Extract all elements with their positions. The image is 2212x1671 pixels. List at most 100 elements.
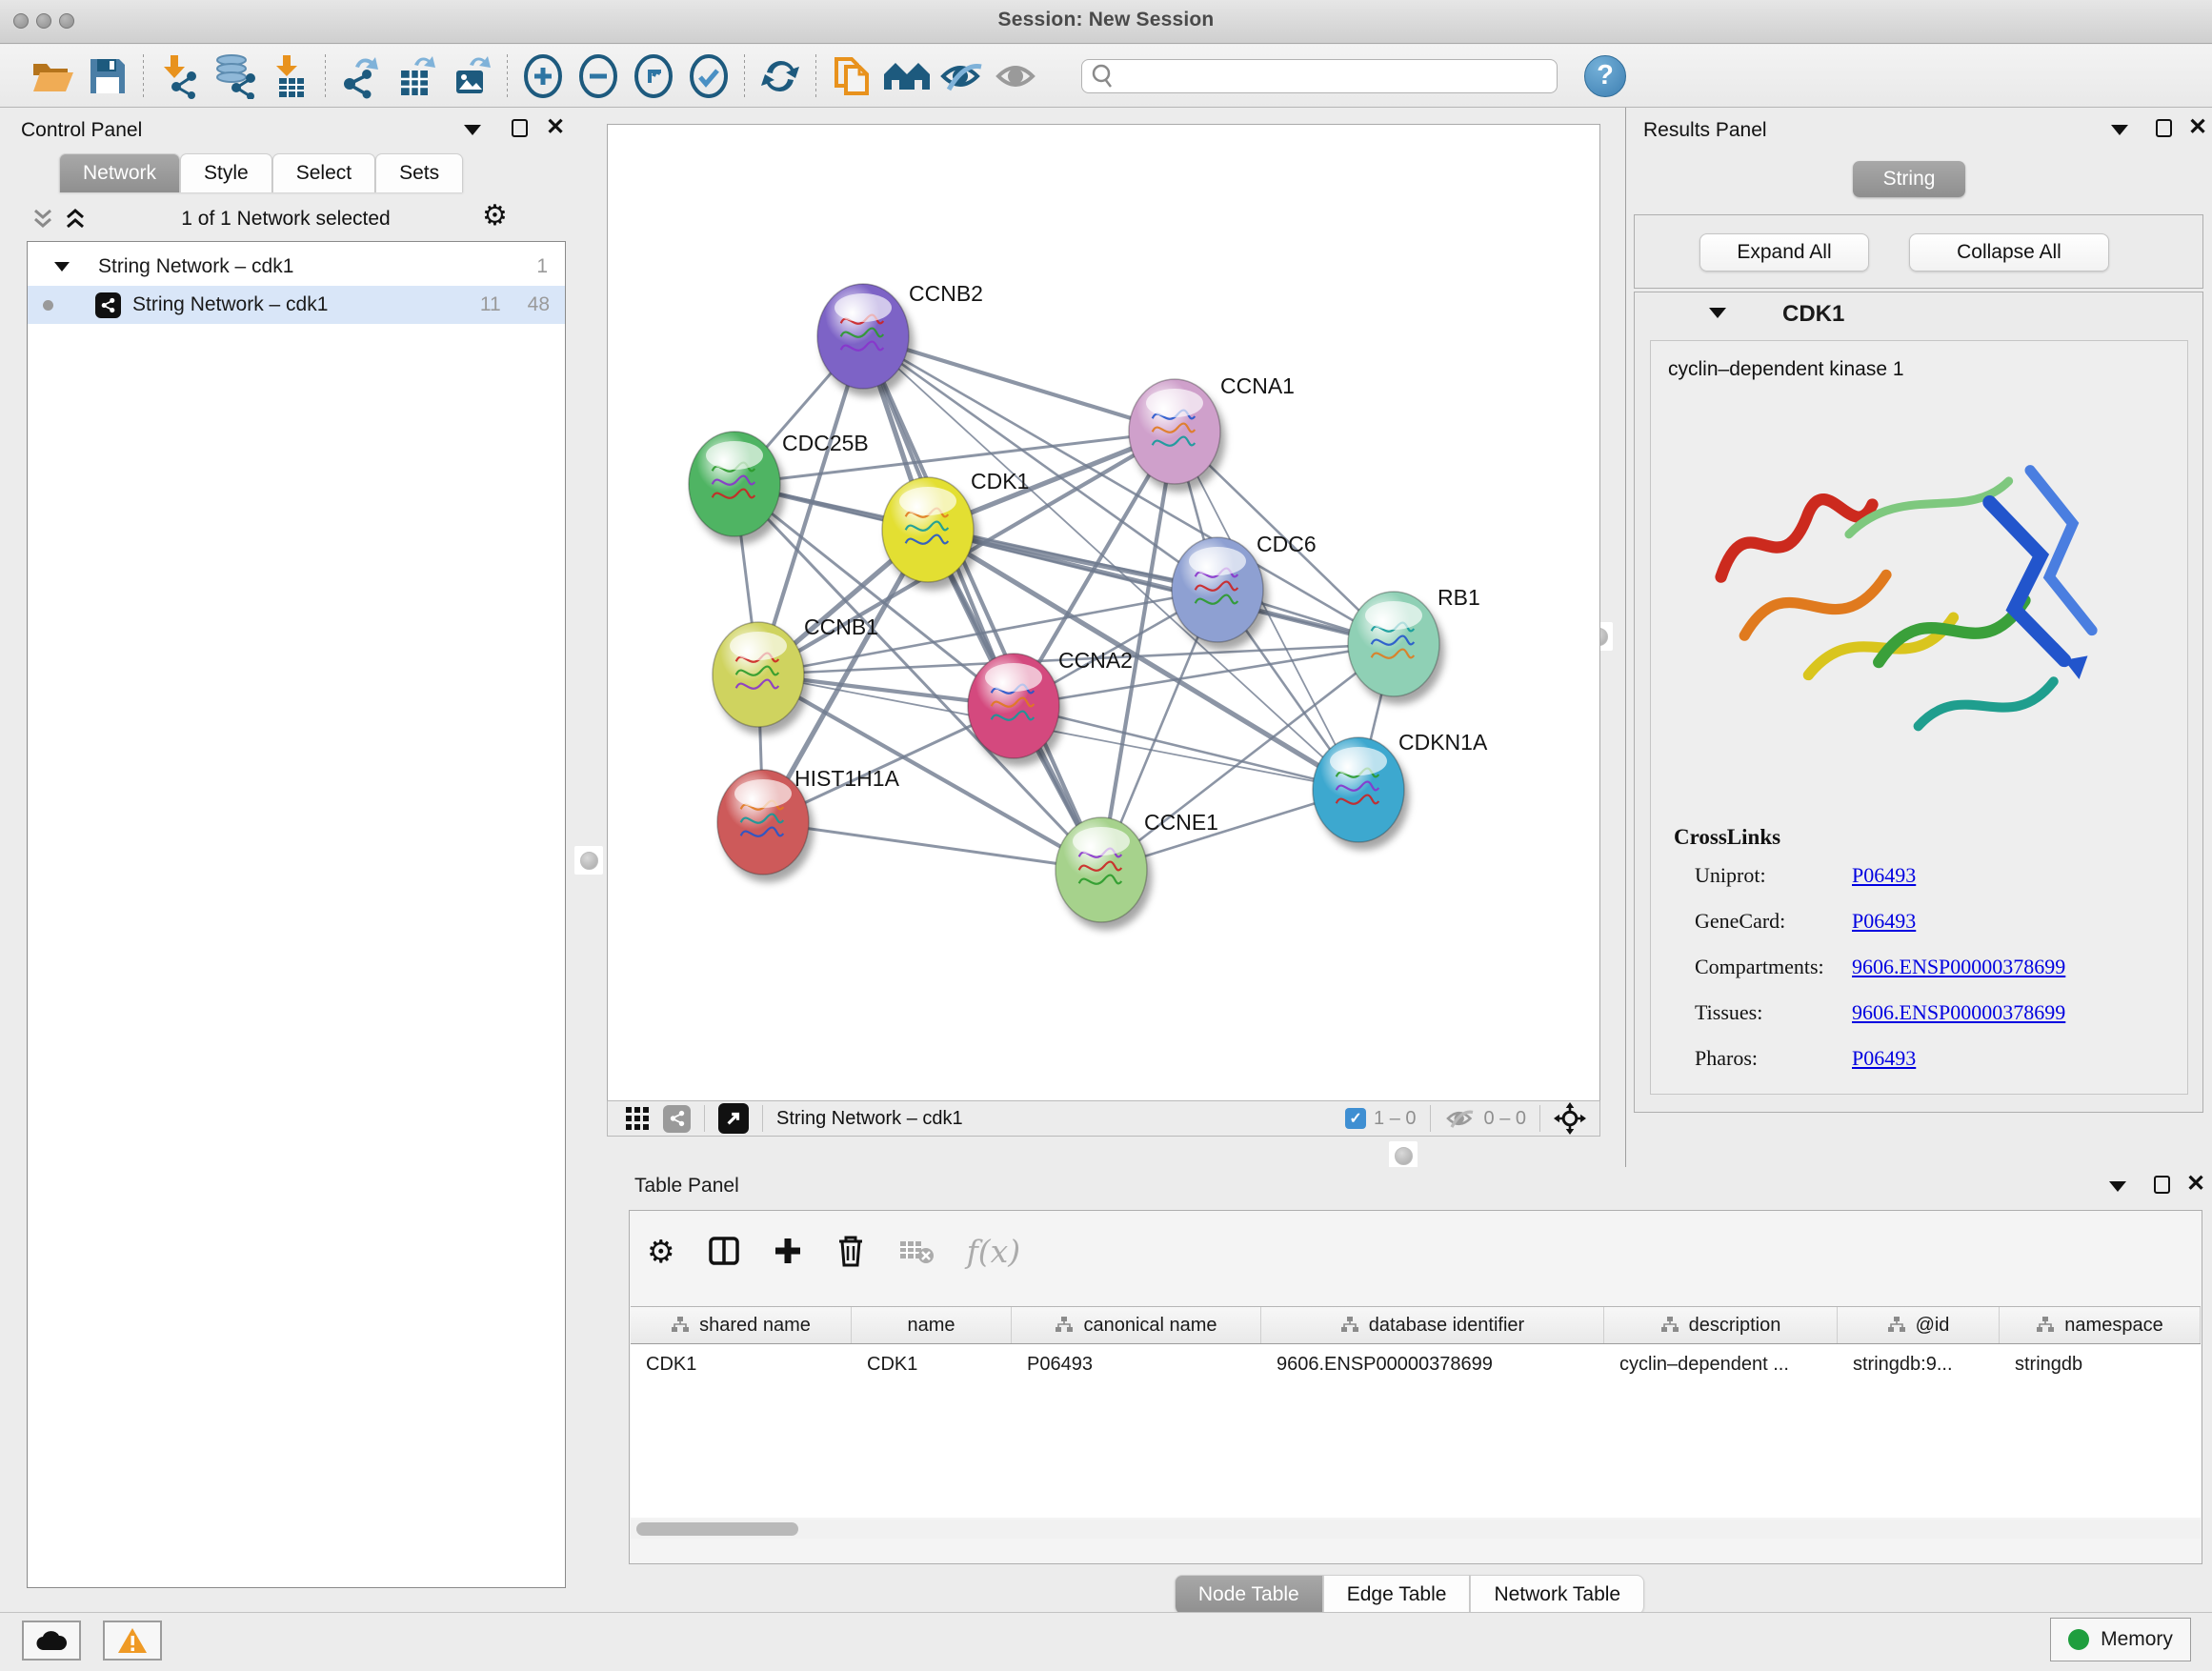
collection-expand-icon[interactable]	[54, 262, 70, 272]
cdk1-collapse-icon[interactable]	[1709, 308, 1726, 318]
table-cell[interactable]: CDK1	[631, 1344, 852, 1384]
table-cell[interactable]: CDK1	[852, 1344, 1012, 1384]
table-panel-float-icon[interactable]	[2154, 1176, 2170, 1194]
node-HIST1H1A[interactable]: HIST1H1A	[717, 766, 900, 875]
hidden-counts: 0 – 0	[1484, 1108, 1526, 1130]
network-collection-row[interactable]: String Network – cdk1 1	[28, 248, 565, 286]
table-cell[interactable]: stringdb	[2000, 1344, 2201, 1384]
network-type-badge-icon[interactable]	[663, 1105, 691, 1133]
delete-column-trash-icon[interactable]	[835, 1234, 866, 1268]
crosslink-link[interactable]: P06493	[1852, 1046, 1916, 1071]
scrollbar-thumb[interactable]	[636, 1522, 798, 1536]
network-options-gear-icon[interactable]: ⚙	[482, 202, 508, 231]
node-RB1[interactable]: RB1	[1348, 585, 1480, 696]
zoom-fit-button[interactable]	[626, 50, 681, 103]
table-settings-gear-icon[interactable]: ⚙	[647, 1236, 675, 1267]
search-box[interactable]	[1081, 59, 1558, 93]
zoom-out-button[interactable]	[571, 50, 626, 103]
node-CDKN1A[interactable]: CDKN1A	[1313, 730, 1488, 842]
export-image-button[interactable]	[444, 50, 499, 103]
column-header-name[interactable]: name	[852, 1307, 1012, 1343]
table-cell[interactable]: 9606.ENSP00000378699	[1261, 1344, 1604, 1384]
network-row-selected[interactable]: String Network – cdk1 11 48	[28, 286, 565, 324]
create-column-plus-icon[interactable]	[773, 1236, 803, 1266]
tab-select[interactable]: Select	[272, 153, 375, 192]
node-CCNE1[interactable]: CCNE1	[1056, 810, 1218, 922]
apply-layout-button[interactable]	[753, 50, 808, 103]
open-session-button[interactable]	[25, 50, 80, 103]
window-title: Session: New Session	[0, 9, 2212, 31]
column-header-database-identifier[interactable]: database identifier	[1261, 1307, 1604, 1343]
crosslink-link[interactable]: 9606.ENSP00000378699	[1852, 955, 2065, 979]
string-network-graph[interactable]: CCNB2CCNA1CDC25BCDK1CDC6RB1CCNB1CCNA2CDK…	[608, 125, 1599, 1099]
show-all-button[interactable]	[990, 50, 1045, 103]
show-columns-icon[interactable]	[708, 1235, 740, 1267]
zoom-in-button[interactable]	[515, 50, 571, 103]
column-header-namespace[interactable]: namespace	[2000, 1307, 2201, 1343]
tab-sets[interactable]: Sets	[375, 153, 463, 192]
left-splitter-handle[interactable]	[574, 846, 603, 875]
tab-edge-table[interactable]: Edge Table	[1323, 1575, 1471, 1614]
crosslink-link[interactable]: P06493	[1852, 909, 1916, 934]
tab-string[interactable]: String	[1853, 161, 1965, 197]
results-panel-float-icon[interactable]	[2156, 119, 2172, 137]
node-label-HIST1H1A: HIST1H1A	[794, 766, 900, 791]
crosslink-link[interactable]: P06493	[1852, 863, 1916, 888]
table-cell[interactable]: cyclin–dependent ...	[1604, 1344, 1838, 1384]
tab-style[interactable]: Style	[180, 153, 272, 192]
node-label-CCNB1: CCNB1	[804, 614, 878, 639]
column-header-label: @id	[1916, 1315, 1950, 1337]
crosslink-row: GeneCard:P06493	[1695, 909, 2169, 934]
save-session-button[interactable]	[80, 50, 135, 103]
export-table-button[interactable]	[389, 50, 444, 103]
collapse-all-button[interactable]: Collapse All	[1909, 233, 2109, 272]
search-input[interactable]	[1120, 66, 1539, 87]
results-panel-menu-icon[interactable]	[2111, 125, 2128, 135]
node-CDK1[interactable]: CDK1	[882, 469, 1029, 582]
crosslink-link[interactable]: 9606.ENSP00000378699	[1852, 1000, 2065, 1025]
table-toolbar: ⚙ f(x)	[647, 1224, 1020, 1278]
table-horizontal-scrollbar[interactable]	[631, 1520, 2201, 1539]
cdk1-section-header[interactable]: CDK1	[1635, 292, 2202, 336]
cloud-status-button[interactable]	[22, 1621, 81, 1661]
control-panel-menu-icon[interactable]	[464, 125, 481, 135]
open-in-window-icon[interactable]	[718, 1103, 749, 1134]
export-network-button[interactable]	[333, 50, 389, 103]
tab-network-table[interactable]: Network Table	[1470, 1575, 1644, 1614]
import-network-file-button[interactable]	[151, 50, 207, 103]
table-cell[interactable]: P06493	[1012, 1344, 1261, 1384]
first-neighbors-button[interactable]	[879, 50, 935, 103]
column-header-description[interactable]: description	[1604, 1307, 1838, 1343]
results-panel-close-icon[interactable]: ✕	[2188, 116, 2207, 139]
clone-network-button[interactable]	[824, 50, 879, 103]
horizontal-splitter-handle[interactable]	[1389, 1141, 1418, 1170]
table-panel-close-icon[interactable]: ✕	[2186, 1173, 2205, 1196]
table-panel-menu-icon[interactable]	[2109, 1181, 2126, 1192]
network-canvas[interactable]: CCNB2CCNA1CDC25BCDK1CDC6RB1CCNB1CCNA2CDK…	[607, 124, 1600, 1100]
table-cell[interactable]: stringdb:9...	[1838, 1344, 2000, 1384]
control-panel-float-icon[interactable]	[512, 119, 528, 137]
memory-button[interactable]: Memory	[2050, 1618, 2191, 1661]
import-table-file-button[interactable]	[262, 50, 317, 103]
column-header-label: namespace	[2064, 1315, 2162, 1337]
expand-all-button[interactable]: Expand All	[1699, 233, 1869, 272]
titlebar: Session: New Session	[0, 0, 2212, 44]
tab-network[interactable]: Network	[59, 153, 180, 192]
warnings-button[interactable]	[103, 1621, 162, 1661]
column-header-canonical-name[interactable]: canonical name	[1012, 1307, 1261, 1343]
delete-table-icon	[898, 1237, 935, 1265]
column-header-shared-name[interactable]: shared name	[631, 1307, 852, 1343]
node-CCNB2[interactable]: CCNB2	[817, 281, 983, 389]
fit-content-crosshair-icon[interactable]	[1554, 1102, 1586, 1135]
zoom-selected-button[interactable]	[681, 50, 736, 103]
tab-node-table[interactable]: Node Table	[1175, 1575, 1323, 1614]
selected-checkbox-icon[interactable]: ✓	[1345, 1108, 1366, 1129]
birds-eye-view-icon[interactable]	[625, 1106, 650, 1131]
import-network-database-button[interactable]	[207, 50, 262, 103]
table-row[interactable]: CDK1CDK1P064939606.ENSP00000378699cyclin…	[631, 1344, 2201, 1384]
control-panel-close-icon[interactable]: ✕	[546, 116, 565, 139]
column-header--id[interactable]: @id	[1838, 1307, 2000, 1343]
help-button[interactable]: ?	[1584, 55, 1626, 97]
houses-icon	[882, 57, 932, 95]
hide-selected-button[interactable]	[935, 50, 990, 103]
